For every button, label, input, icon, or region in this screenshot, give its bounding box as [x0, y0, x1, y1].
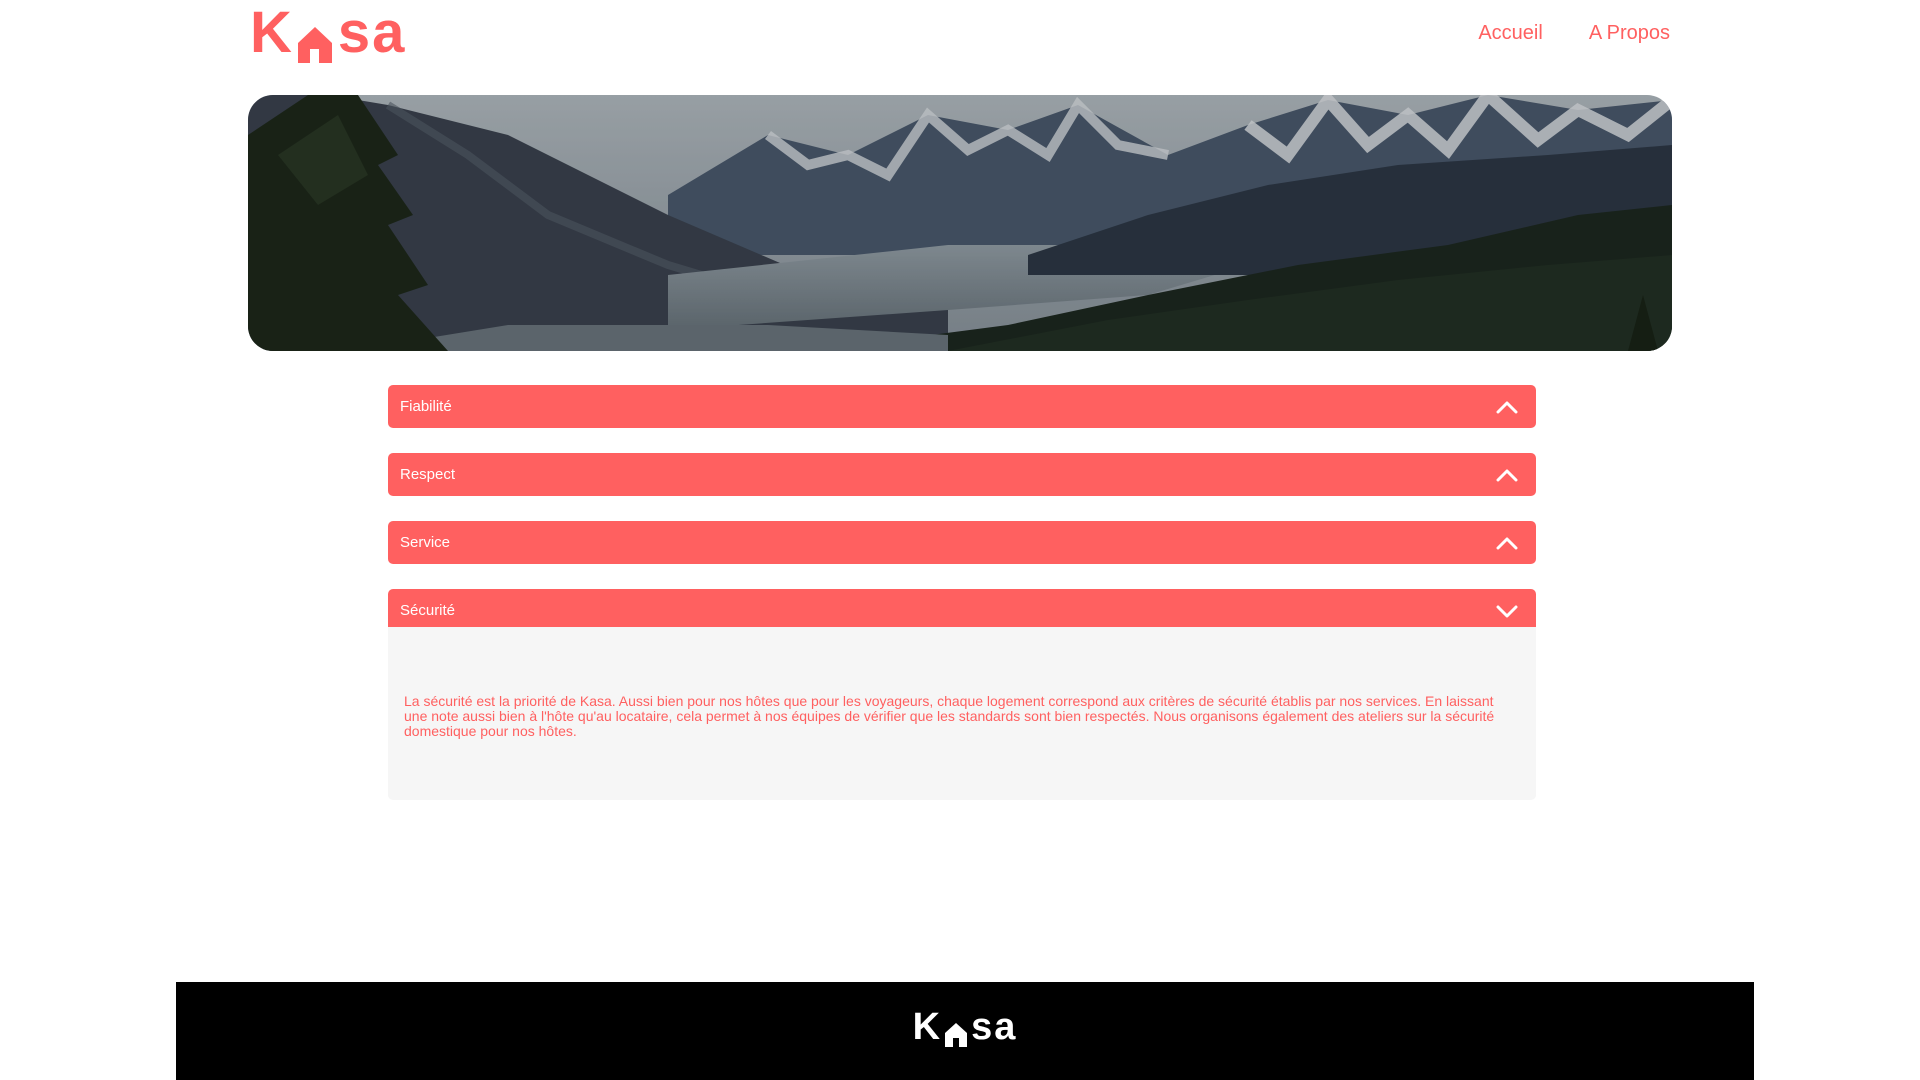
collapse-respect: Respect — [388, 453, 1536, 496]
collapse-title: Sécurité — [400, 602, 456, 619]
collapse-header[interactable]: Service — [388, 521, 1536, 564]
collapse-securite: Sécurité La sécurité est la priorité de … — [388, 589, 1536, 800]
collapse-header[interactable]: Respect — [388, 453, 1536, 496]
chevron-up-icon[interactable] — [1496, 468, 1518, 482]
nav-link-a-propos[interactable]: A Propos — [1589, 22, 1670, 45]
collapse-service: Service — [388, 521, 1536, 564]
site-footer: K sa — [176, 982, 1754, 1080]
footer-kasa-logo: K sa — [176, 1006, 1754, 1048]
footer-logo-letters-sa: sa — [971, 1006, 1018, 1048]
collapse-header[interactable]: Fiabilité — [388, 385, 1536, 428]
chevron-down-icon[interactable] — [1496, 604, 1518, 618]
footer-logo-letter-k: K — [912, 1006, 943, 1048]
kasa-logo[interactable]: K sa — [250, 2, 406, 64]
collapse-title: Fiabilité — [400, 398, 452, 415]
chevron-up-icon[interactable] — [1496, 400, 1518, 414]
logo-letter-k: K — [250, 0, 294, 65]
collapse-content: La sécurité est la priorité de Kasa. Aus… — [388, 627, 1536, 800]
house-icon — [944, 1017, 968, 1047]
nav-link-accueil[interactable]: Accueil — [1478, 22, 1542, 45]
main-nav: Accueil A Propos — [1478, 22, 1670, 45]
about-banner-image — [248, 95, 1672, 351]
collapse-fiabilite: Fiabilité — [388, 385, 1536, 428]
about-page: K sa Accueil A Propos Fiabilité Respect … — [0, 0, 1920, 1080]
house-icon — [296, 17, 334, 63]
collapse-content-text: La sécurité est la priorité de Kasa. Aus… — [404, 693, 1495, 739]
values-collapse-list: Fiabilité Respect Service Sécurité La sé… — [388, 385, 1536, 825]
collapse-title: Respect — [400, 466, 456, 483]
collapse-title: Service — [400, 534, 451, 551]
chevron-up-icon[interactable] — [1496, 536, 1518, 550]
collapse-header[interactable]: Sécurité — [388, 589, 1536, 632]
logo-letters-sa: sa — [337, 0, 407, 65]
site-header: K sa Accueil A Propos — [250, 0, 1670, 80]
